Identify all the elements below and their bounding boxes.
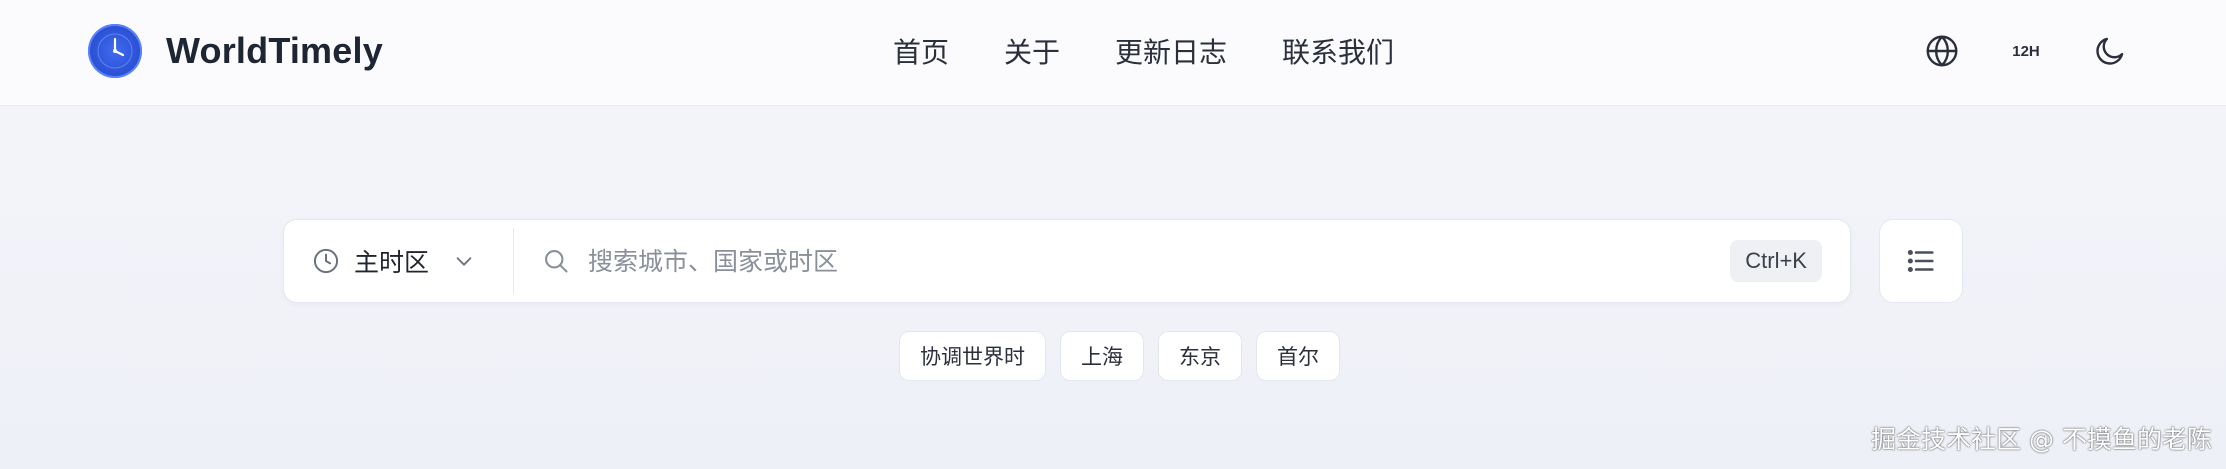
main-nav: 首页 关于 更新日志 联系我们: [893, 28, 1394, 74]
primary-timezone-label: 主时区: [354, 248, 430, 277]
quick-timezones: 协调世界时 上海 东京 首尔: [899, 331, 1340, 381]
chevron-down-icon: [456, 257, 472, 266]
list-icon: [1907, 249, 1934, 273]
clock-logo-icon: [88, 24, 142, 78]
search-input[interactable]: [588, 246, 1688, 276]
timezone-list-button[interactable]: [1879, 219, 1963, 303]
time-format-toggle[interactable]: 12H: [2004, 29, 2048, 73]
brand-name: WorldTimely: [166, 30, 383, 71]
primary-timezone-select[interactable]: 主时区: [284, 220, 514, 302]
shortcut-badge: Ctrl+K: [1730, 240, 1822, 282]
nav-contact[interactable]: 联系我们: [1282, 31, 1394, 71]
chip-tokyo[interactable]: 东京: [1158, 331, 1242, 381]
search-bar: 主时区 Ctrl+K: [283, 219, 1851, 303]
theme-toggle[interactable]: [2088, 29, 2132, 73]
clock-icon: [313, 248, 339, 274]
search-icon: [545, 250, 568, 273]
nav-about[interactable]: 关于: [1004, 31, 1060, 71]
nav-home[interactable]: 首页: [893, 31, 949, 71]
chip-seoul[interactable]: 首尔: [1256, 331, 1340, 381]
watermark: 掘金技术社区 @ 不摸鱼的老陈: [1871, 425, 2212, 454]
nav-changelog[interactable]: 更新日志: [1115, 31, 1227, 71]
search-field: Ctrl+K: [514, 220, 1850, 302]
moon-icon: [2096, 37, 2124, 65]
top-header: WorldTimely 首页 关于 更新日志 联系我们 12H: [0, 0, 2226, 106]
time-format-label: 12H: [2012, 42, 2040, 60]
globe-icon: [1926, 35, 1958, 67]
chip-shanghai[interactable]: 上海: [1060, 331, 1144, 381]
chip-utc[interactable]: 协调世界时: [899, 331, 1046, 381]
brand-logo[interactable]: WorldTimely: [88, 22, 383, 80]
language-button[interactable]: [1920, 29, 1964, 73]
